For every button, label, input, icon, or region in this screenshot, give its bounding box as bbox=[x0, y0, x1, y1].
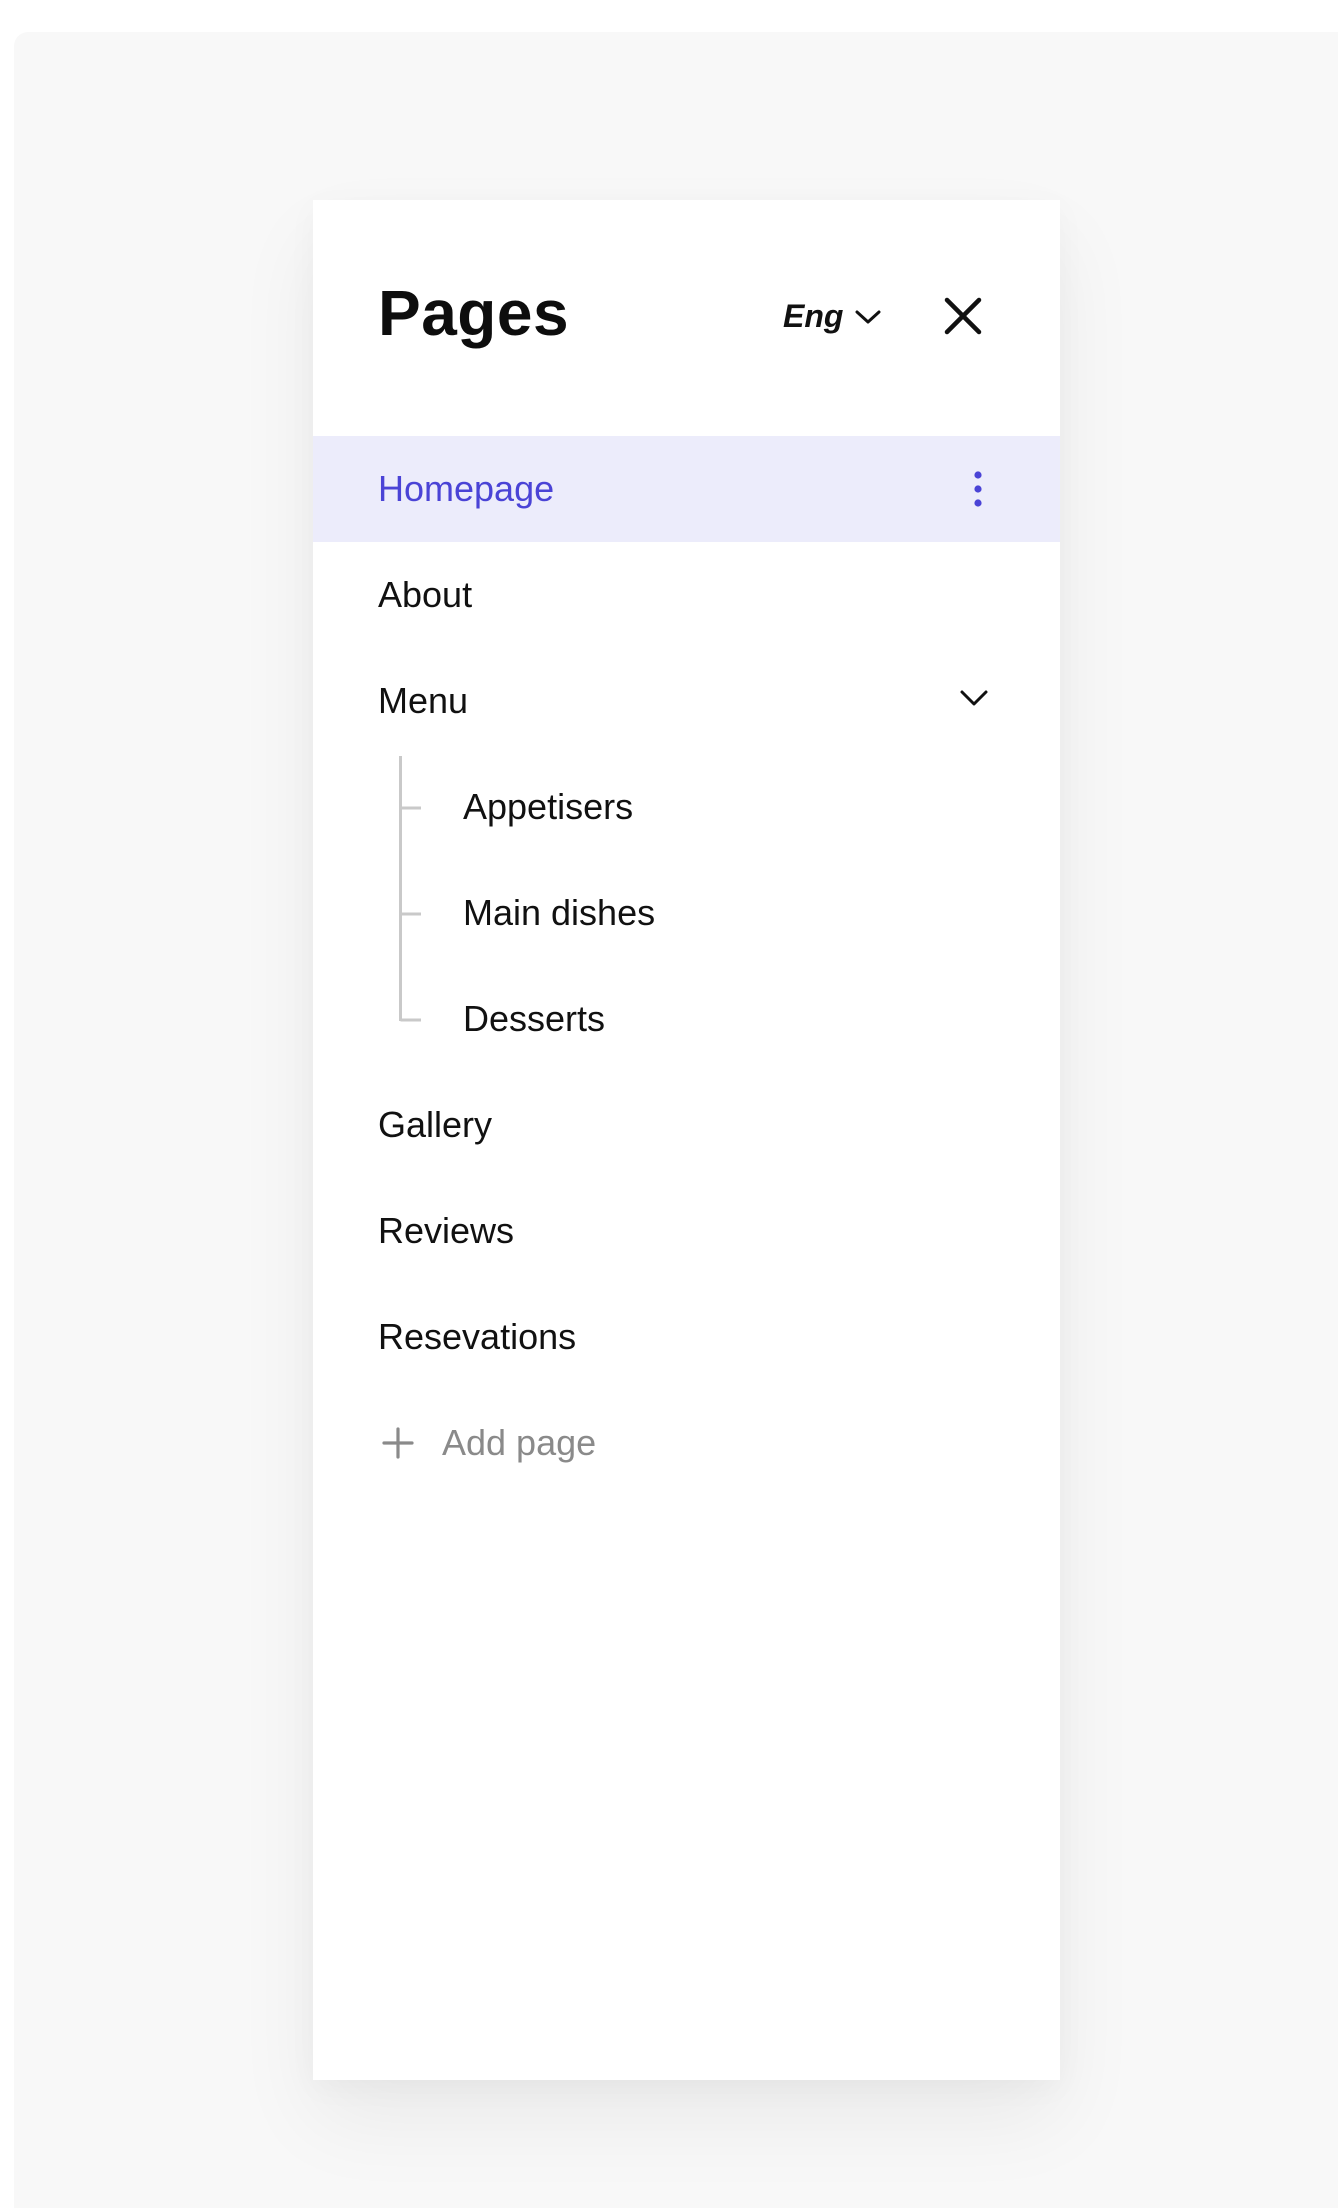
add-page-button[interactable]: Add page bbox=[313, 1390, 1060, 1496]
plus-icon bbox=[381, 1426, 415, 1465]
page-item-label: About bbox=[378, 574, 473, 615]
page-item-label: Reviews bbox=[378, 1210, 515, 1251]
page-item-gallery[interactable]: Gallery bbox=[313, 1072, 1060, 1178]
language-label: Eng bbox=[783, 298, 844, 334]
page-item-label: Menu bbox=[378, 680, 469, 721]
add-page-label: Add page bbox=[442, 1422, 597, 1463]
pages-panel: Pages Eng Homepage About Menu Appetisers… bbox=[313, 200, 1060, 2080]
page-item-label: Resevations bbox=[378, 1316, 577, 1357]
subpage-item-label: Desserts bbox=[463, 998, 606, 1039]
page-item-reservations[interactable]: Resevations bbox=[313, 1284, 1060, 1390]
more-vertical-icon[interactable] bbox=[968, 470, 988, 508]
page-item-menu[interactable]: Menu bbox=[313, 648, 1060, 754]
subpage-item-desserts[interactable]: Desserts bbox=[313, 966, 1060, 1072]
page-item-label: Homepage bbox=[378, 468, 555, 509]
subpage-item-label: Main dishes bbox=[463, 892, 656, 933]
page-item-about[interactable]: About bbox=[313, 542, 1060, 648]
chevron-down-icon[interactable] bbox=[959, 688, 989, 713]
subpage-item-appetisers[interactable]: Appetisers bbox=[313, 754, 1060, 860]
language-selector[interactable]: Eng bbox=[783, 298, 881, 335]
page-item-reviews[interactable]: Reviews bbox=[313, 1178, 1060, 1284]
close-button[interactable] bbox=[943, 296, 983, 336]
panel-title: Pages bbox=[378, 277, 570, 349]
chevron-down-icon bbox=[855, 309, 881, 325]
close-icon bbox=[943, 296, 983, 336]
page-item-label: Gallery bbox=[378, 1104, 493, 1145]
panel-header: Pages Eng bbox=[313, 200, 1060, 436]
page-item-homepage[interactable]: Homepage bbox=[313, 436, 1060, 542]
subpage-item-label: Appetisers bbox=[463, 786, 634, 827]
subpage-item-main-dishes[interactable]: Main dishes bbox=[313, 860, 1060, 966]
